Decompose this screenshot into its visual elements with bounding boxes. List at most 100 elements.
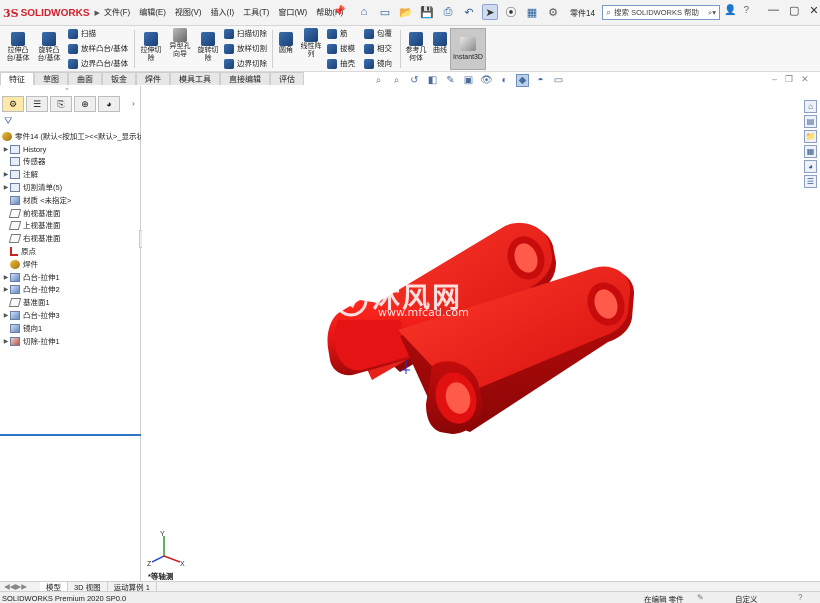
tree-item[interactable]: 前视基准面 — [0, 207, 141, 220]
logo-expand-arrow-icon[interactable]: ▶ — [95, 9, 100, 17]
dimxpert-manager-tab-icon[interactable]: ⊕ — [74, 96, 96, 112]
tree-item[interactable]: 镜向1 — [0, 322, 141, 335]
select-cursor-icon[interactable]: ➤ — [482, 4, 498, 20]
tab-features[interactable]: 特征 — [0, 72, 34, 85]
model-viewport[interactable] — [142, 86, 802, 581]
revolve-cut-button[interactable]: 旋转切 除 — [196, 32, 220, 63]
previous-view-icon[interactable]: ↺ — [408, 74, 421, 87]
clevis-part-model[interactable] — [327, 222, 635, 434]
doc-minimize-icon[interactable]: – — [772, 74, 777, 85]
wrap-button[interactable]: 包覆 — [364, 28, 392, 39]
tree-item[interactable]: ▶ 凸台-拉伸3 — [0, 309, 141, 322]
design-library-icon[interactable]: ▤ — [804, 115, 817, 128]
menu-view[interactable]: 视图(V) — [175, 7, 202, 18]
expand-arrow-icon[interactable]: ▶ — [2, 286, 10, 293]
tree-item[interactable]: ▶ History — [0, 143, 141, 156]
tree-item[interactable]: 上视基准面 — [0, 220, 141, 233]
view-palette-icon[interactable]: ▦ — [804, 145, 817, 158]
display-style-icon[interactable]: ◆ — [516, 74, 529, 87]
dynamic-annotation-icon[interactable]: ✎ — [444, 74, 457, 87]
minimize-window-icon[interactable]: — — [768, 4, 779, 17]
solidworks-resources-icon[interactable]: ⌂ — [804, 100, 817, 113]
tree-item[interactable]: 右视基准面 — [0, 232, 141, 245]
doc-restore-icon[interactable]: ❐ — [785, 74, 793, 85]
tree-item[interactable]: ▶ 凸台-拉伸2 — [0, 284, 141, 297]
home-icon[interactable]: ⌂ — [356, 4, 372, 20]
rollback-bar[interactable] — [0, 434, 141, 436]
tree-root-part[interactable]: 零件14 (默认<按加工><<默认>_显示状 — [0, 130, 141, 143]
view-orientation-icon[interactable]: ▣ — [462, 74, 475, 87]
help-question-icon[interactable]: ? — [743, 5, 749, 16]
help-search-box[interactable]: ⌕ 搜索 SOLIDWORKS 帮助 ⌕▾ — [602, 5, 720, 20]
draft-button[interactable]: 拔模 — [327, 43, 355, 54]
extrude-cut-button[interactable]: 拉伸切 除 — [138, 32, 164, 63]
status-units[interactable]: 自定义 — [735, 594, 758, 603]
zoom-to-area-icon[interactable]: ⌕ — [390, 74, 403, 87]
tab-surfaces[interactable]: 曲面 — [68, 72, 102, 85]
swept-cut-button[interactable]: 扫描切除 — [224, 28, 267, 39]
search-dropdown-icon[interactable]: ⌕▾ — [708, 8, 716, 18]
more-tabs-arrow-icon[interactable]: › — [132, 99, 135, 108]
pin-menu-icon[interactable]: 📌 — [333, 6, 345, 17]
tree-item[interactable]: 材质 <未指定> — [0, 194, 141, 207]
tab-model[interactable]: 模型 — [40, 582, 68, 592]
appearances-icon[interactable]: ◕ — [804, 160, 817, 173]
property-manager-tab-icon[interactable]: ☰ — [26, 96, 48, 112]
boundary-cut-button[interactable]: 边界切除 — [224, 58, 267, 69]
print-icon[interactable]: ⎙ — [440, 4, 456, 20]
tree-item[interactable]: 焊件 — [0, 258, 141, 271]
filter-icon[interactable]: ⛛ — [4, 116, 12, 127]
linear-pattern-button[interactable]: 线性阵 列 — [298, 28, 324, 59]
tab-sheet-metal[interactable]: 钣金 — [102, 72, 136, 85]
traffic-light-icon[interactable]: ⦿ — [503, 4, 519, 20]
revolve-boss-button[interactable]: 旋转凸 台/基体 — [34, 32, 64, 63]
undo-icon[interactable]: ↶ — [461, 4, 477, 20]
expand-arrow-icon[interactable]: ▶ — [2, 338, 10, 345]
tree-item[interactable]: ▶ 凸台-拉伸1 — [0, 271, 141, 284]
doc-close-icon[interactable]: ✕ — [801, 74, 809, 85]
zoom-to-fit-icon[interactable]: ⌕ — [372, 74, 385, 87]
boundary-boss-button[interactable]: 边界凸台/基体 — [68, 58, 128, 69]
tree-item[interactable]: 基准面1 — [0, 296, 141, 309]
close-window-icon[interactable]: ✕ — [809, 4, 818, 17]
reference-geometry-button[interactable]: 参考几 何体 — [403, 32, 429, 63]
save-icon[interactable]: 💾 — [419, 4, 435, 20]
tab-weldments[interactable]: 焊件 — [136, 72, 170, 85]
tree-item[interactable]: 传感器 — [0, 156, 141, 169]
section-view-icon[interactable]: ◧ — [426, 74, 439, 87]
options-gear-icon[interactable]: ⚙ — [545, 4, 561, 20]
configuration-manager-tab-icon[interactable]: ⎘ — [50, 96, 72, 112]
rib-button[interactable]: 筋 — [327, 28, 348, 39]
tab-direct-editing[interactable]: 直接编辑 — [220, 72, 270, 85]
custom-properties-icon[interactable]: ☰ — [804, 175, 817, 188]
status-help-icon[interactable]: ? — [798, 593, 802, 602]
apply-scene-icon[interactable]: ◓ — [534, 74, 547, 87]
tab-evaluate[interactable]: 评估 — [270, 72, 304, 85]
lofted-cut-button[interactable]: 放样切割 — [224, 43, 267, 54]
maximize-window-icon[interactable]: ▢ — [789, 4, 799, 17]
new-document-icon[interactable]: ▭ — [377, 4, 393, 20]
expand-arrow-icon[interactable]: ▶ — [2, 171, 10, 178]
graphics-area[interactable]: 沐风网 www.mfcad.com Y X Z *等轴测 — [142, 86, 802, 581]
tree-item[interactable]: ▶ 切割清单(5) — [0, 181, 141, 194]
tab-3d-views[interactable]: 3D 视图 — [68, 582, 108, 592]
edit-appearance-icon[interactable]: ◐ — [498, 74, 511, 87]
hide-show-items-icon[interactable]: 👁 — [480, 74, 493, 87]
feature-manager-tab-icon[interactable]: ⚙ — [2, 96, 24, 112]
fillet-button[interactable]: 圆角 — [276, 32, 296, 55]
open-folder-icon[interactable]: 📂 — [398, 4, 414, 20]
menu-file[interactable]: 文件(F) — [104, 7, 130, 18]
menu-insert[interactable]: 插入(I) — [211, 7, 235, 18]
expand-arrow-icon[interactable]: ▶ — [2, 312, 10, 319]
tab-motion-study[interactable]: 运动算例 1 — [108, 582, 157, 592]
file-properties-icon[interactable]: ▦ — [524, 4, 540, 20]
expand-arrow-icon[interactable]: ▶ — [2, 274, 10, 281]
shell-button[interactable]: 抽壳 — [327, 58, 355, 69]
mirror-button[interactable]: 镜向 — [364, 58, 392, 69]
menu-tools[interactable]: 工具(T) — [243, 7, 269, 18]
sweep-button[interactable]: 扫描 — [68, 28, 96, 39]
tab-mold-tools[interactable]: 模具工具 — [170, 72, 220, 85]
file-explorer-icon[interactable]: 📁 — [804, 130, 817, 143]
display-manager-tab-icon[interactable]: ◕ — [98, 96, 120, 112]
rebuild-status-icon[interactable]: ✎ — [697, 593, 704, 602]
